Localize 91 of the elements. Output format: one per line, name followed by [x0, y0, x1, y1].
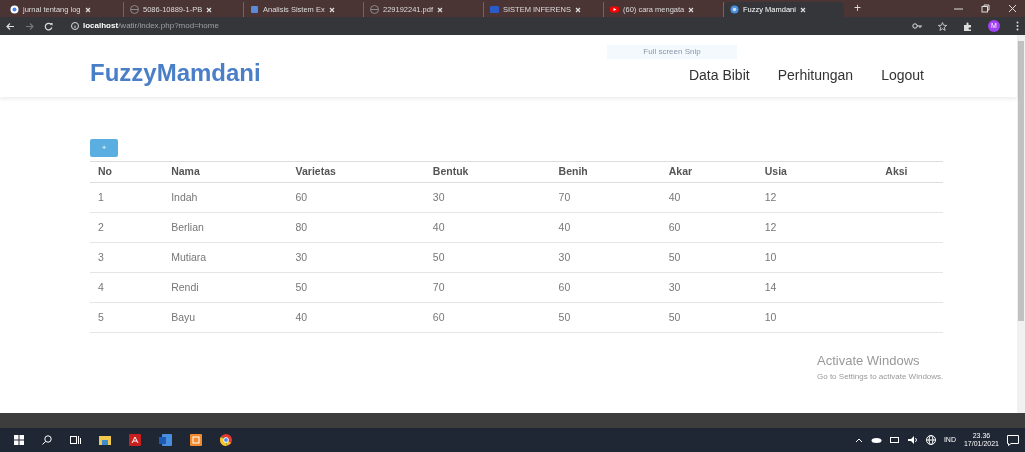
- table-cell: Bayu: [163, 302, 288, 333]
- word-app-icon[interactable]: [159, 434, 172, 446]
- table-cell: 60: [660, 212, 757, 243]
- column-header: Varietas: [287, 161, 425, 183]
- table-cell: 70: [424, 272, 551, 303]
- speaker-icon[interactable]: [907, 436, 918, 444]
- table-cell: 30: [660, 272, 757, 303]
- close-icon[interactable]: [328, 6, 335, 13]
- table-cell: 1: [90, 182, 164, 213]
- table-cell: 3: [90, 242, 164, 273]
- nav-link[interactable]: Perhitungan: [777, 65, 854, 86]
- table-cell: 40: [550, 212, 661, 243]
- table-cell: 50: [660, 242, 757, 273]
- close-icon[interactable]: [84, 6, 91, 13]
- close-icon[interactable]: [206, 6, 213, 13]
- table-cell: Indah: [163, 182, 288, 213]
- globe-icon: [130, 5, 139, 14]
- globe-icon[interactable]: [925, 435, 936, 445]
- folder-icon[interactable]: [99, 435, 111, 445]
- table-cell: 30: [287, 242, 425, 273]
- pdf-app-icon[interactable]: [129, 434, 141, 446]
- back-icon[interactable]: [6, 21, 15, 31]
- circle-logo-icon: [730, 5, 739, 14]
- scrollbar-thumb[interactable]: [1018, 41, 1024, 321]
- table-cell: 50: [660, 302, 757, 333]
- site-logo[interactable]: FuzzyMamdani: [90, 61, 261, 85]
- table-cell: 10: [756, 302, 850, 333]
- start-icon[interactable]: [14, 435, 24, 445]
- column-header: No: [90, 161, 164, 183]
- table-cell: 4: [90, 272, 164, 303]
- table-cell: 50: [424, 242, 551, 273]
- table-cell: 60: [424, 302, 551, 333]
- circle-logo-icon: [10, 5, 19, 14]
- column-header: Bentuk: [424, 161, 551, 183]
- table-cell: 12: [756, 182, 850, 213]
- table-cell: 70: [550, 182, 661, 213]
- battery-icon[interactable]: [889, 436, 900, 444]
- star-icon[interactable]: [938, 21, 947, 31]
- table-cell: 80: [287, 212, 425, 243]
- table-cell: 12: [756, 212, 850, 243]
- table-cell: 5: [90, 302, 164, 333]
- browser-app-icon[interactable]: [220, 434, 232, 446]
- column-header: Aksi: [849, 161, 943, 183]
- table-cell: 60: [287, 182, 425, 213]
- table-cell: 30: [424, 182, 551, 213]
- table-cell: 30: [550, 242, 661, 273]
- chevron-up-icon[interactable]: [854, 437, 863, 443]
- task-view-icon[interactable]: [70, 435, 81, 445]
- table-cell: 40: [287, 302, 425, 333]
- new-tab-button[interactable]: +: [844, 0, 871, 17]
- table-cell: 40: [424, 212, 551, 243]
- cloud-icon[interactable]: [870, 437, 882, 443]
- table-cell: 14: [756, 272, 850, 303]
- activation-message: Go to Settings to activate Windows.: [817, 370, 944, 383]
- close-icon[interactable]: [688, 6, 695, 13]
- column-header: Benih: [550, 161, 661, 183]
- close-icon[interactable]: [1008, 4, 1017, 13]
- app-icon[interactable]: [190, 434, 202, 446]
- address-bar[interactable]: localhost/watir/index.php?mod=home: [83, 20, 219, 32]
- table-cell: 50: [550, 302, 661, 333]
- key-icon[interactable]: [912, 22, 922, 30]
- table-cell: 60: [550, 272, 661, 303]
- info-icon[interactable]: [71, 22, 79, 30]
- forward-icon[interactable]: [25, 21, 34, 31]
- close-icon[interactable]: [799, 6, 806, 13]
- search-icon[interactable]: [42, 435, 52, 445]
- column-header: Akar: [660, 161, 757, 183]
- reload-icon[interactable]: [44, 21, 53, 31]
- puzzle-icon[interactable]: [963, 21, 972, 31]
- nav-link[interactable]: Data Bibit: [688, 65, 750, 86]
- column-header: Nama: [163, 161, 288, 183]
- activation-title: Activate Windows: [817, 352, 921, 370]
- restore-icon[interactable]: [981, 4, 990, 13]
- notification-icon[interactable]: [1007, 434, 1019, 446]
- table-cell: Rendi: [163, 272, 288, 303]
- table-cell: 50: [287, 272, 425, 303]
- document-icon: [490, 5, 499, 14]
- snip-label: Full screen Snip: [607, 45, 737, 59]
- column-header: Usia: [756, 161, 850, 183]
- table-cell: 2: [90, 212, 164, 243]
- table-cell: Mutiara: [163, 242, 288, 273]
- play-icon: [610, 5, 619, 14]
- nav-link[interactable]: Logout: [881, 65, 924, 86]
- app-icon: [250, 5, 259, 14]
- table-cell: Berlian: [163, 212, 288, 243]
- table-cell: 40: [660, 182, 757, 213]
- table-cell: 10: [756, 242, 850, 273]
- menu-icon[interactable]: [1016, 21, 1019, 31]
- globe-icon: [370, 5, 379, 14]
- close-icon[interactable]: [437, 6, 444, 13]
- close-icon[interactable]: [574, 6, 581, 13]
